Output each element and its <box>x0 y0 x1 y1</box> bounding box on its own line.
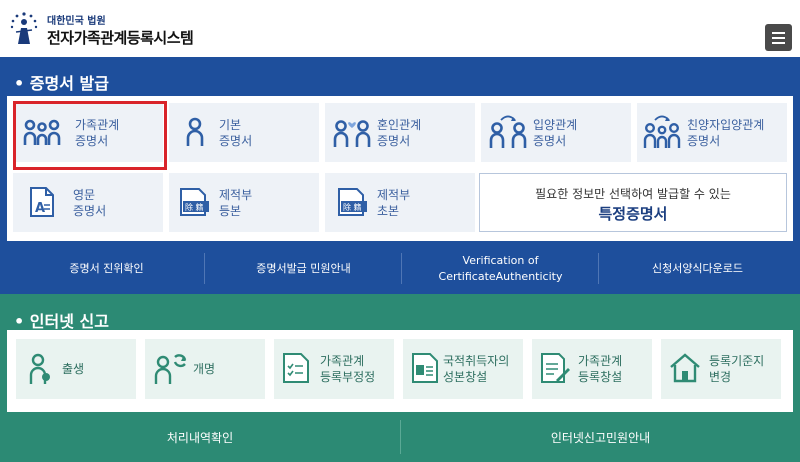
card-birth-report[interactable]: 출생 <box>16 339 136 399</box>
card-label: 가족관계 등록부정정 <box>320 354 376 384</box>
english-document-icon: A <box>30 187 54 217</box>
certificate-footer-links: 증명서 진위확인 증명서발급 민원안내 Verification of Cert… <box>0 243 800 294</box>
card-label: 혼인관계 증명서 <box>377 118 422 148</box>
card-removed-register-copy[interactable]: 除 籍 제적부 등본 <box>169 173 319 232</box>
menu-line <box>772 37 785 39</box>
card-full-adoption-certificate[interactable]: 친양자입양관계 증명서 <box>637 103 787 162</box>
card-registration-base-change[interactable]: 등록기준지 변경 <box>661 339 781 399</box>
birth-icon <box>29 353 50 384</box>
card-label: 제적부 등본 <box>219 188 253 218</box>
link-process-history[interactable]: 처리내역확인 <box>0 412 400 462</box>
svg-text:A: A <box>35 201 45 216</box>
card-label: 기본 증명서 <box>219 118 253 148</box>
card-marriage-certificate[interactable]: 혼인관계 증명서 <box>325 103 475 162</box>
court-name: 대한민국 법원 <box>47 16 106 27</box>
link-verify-certificate[interactable]: 증명서 진위확인 <box>8 243 205 294</box>
report-footer-links: 처리내역확인 인터넷신고민원안내 <box>0 412 800 462</box>
specific-certificate-description: 필요한 정보만 선택하여 발급할 수 있는 <box>535 187 731 201</box>
card-label: 가족관계 등록창설 <box>578 354 623 384</box>
card-label: 등록기준지 변경 <box>709 354 765 384</box>
card-basic-certificate[interactable]: 기본 증명서 <box>169 103 319 162</box>
card-rename-report[interactable]: 개명 <box>145 339 265 399</box>
adoption-icon <box>489 115 527 148</box>
header: 대한민국 법원 전자가족관계등록시스템 <box>0 0 800 57</box>
link-internet-report-guide[interactable]: 인터넷신고민원안내 <box>401 412 800 462</box>
card-removed-register-extract[interactable]: 除 籍 제적부 초본 <box>325 173 475 232</box>
card-english-certificate[interactable]: A 영문 증명서 <box>13 173 163 232</box>
svg-text:除 籍: 除 籍 <box>185 202 204 212</box>
document-pencil-icon <box>541 353 570 383</box>
internet-report-section: • 인터넷 신고 출생 개명 가족관계 등록부정정 국적취득자의 성본창설 가족… <box>0 294 800 462</box>
rename-icon <box>154 354 187 384</box>
svg-text:除 籍: 除 籍 <box>343 202 362 212</box>
card-register-creation[interactable]: 가족관계 등록창설 <box>532 339 652 399</box>
correction-document-icon <box>283 353 309 383</box>
specific-certificate-title: 특정증명서 <box>598 205 668 223</box>
card-label: 출생 <box>62 362 85 376</box>
card-register-correction[interactable]: 가족관계 등록부정정 <box>274 339 394 399</box>
certificate-section: • 증명서 발급 가족관계 증명서 기본 증명서 혼인관계 증명서 입양관계 증… <box>0 57 800 294</box>
id-card-icon <box>412 353 438 383</box>
menu-line <box>772 32 785 34</box>
card-label: 입양관계 증명서 <box>533 118 578 148</box>
section-title-internet-report: • 인터넷 신고 <box>14 312 109 331</box>
highlight-box <box>13 101 167 170</box>
card-label: 영문 증명서 <box>73 188 107 218</box>
hamburger-menu-button[interactable] <box>765 24 792 51</box>
card-naturalized-surname[interactable]: 국적취득자의 성본창설 <box>403 339 523 399</box>
person-icon <box>186 117 204 146</box>
system-title[interactable]: 전자가족관계등록시스템 <box>47 27 194 48</box>
card-label: 개명 <box>193 362 216 376</box>
couple-heart-icon <box>333 120 371 147</box>
link-verification-english[interactable]: Verification of CertificateAuthenticity <box>402 243 599 294</box>
card-adoption-certificate[interactable]: 입양관계 증명서 <box>481 103 631 162</box>
card-label: 친양자입양관계 증명서 <box>687 118 765 148</box>
card-label: 제적부 초본 <box>377 188 411 218</box>
register-document-icon: 除 籍 <box>180 188 209 216</box>
family-adoption-icon <box>643 115 681 148</box>
card-label: 국적취득자의 성본창설 <box>443 354 510 384</box>
link-certificate-guide[interactable]: 증명서발급 민원안내 <box>205 243 402 294</box>
court-logo-icon[interactable] <box>8 8 40 48</box>
register-document-icon: 除 籍 <box>338 188 367 216</box>
report-panel: 출생 개명 가족관계 등록부정정 국적취득자의 성본창설 가족관계 등록창설 등… <box>7 330 793 412</box>
house-icon <box>670 353 700 383</box>
link-form-download[interactable]: 신청서양식다운로드 <box>599 243 796 294</box>
menu-line <box>772 42 785 44</box>
card-specific-certificate[interactable]: 필요한 정보만 선택하여 발급할 수 있는 특정증명서 <box>479 173 787 232</box>
section-title-certificate: • 증명서 발급 <box>14 74 109 93</box>
